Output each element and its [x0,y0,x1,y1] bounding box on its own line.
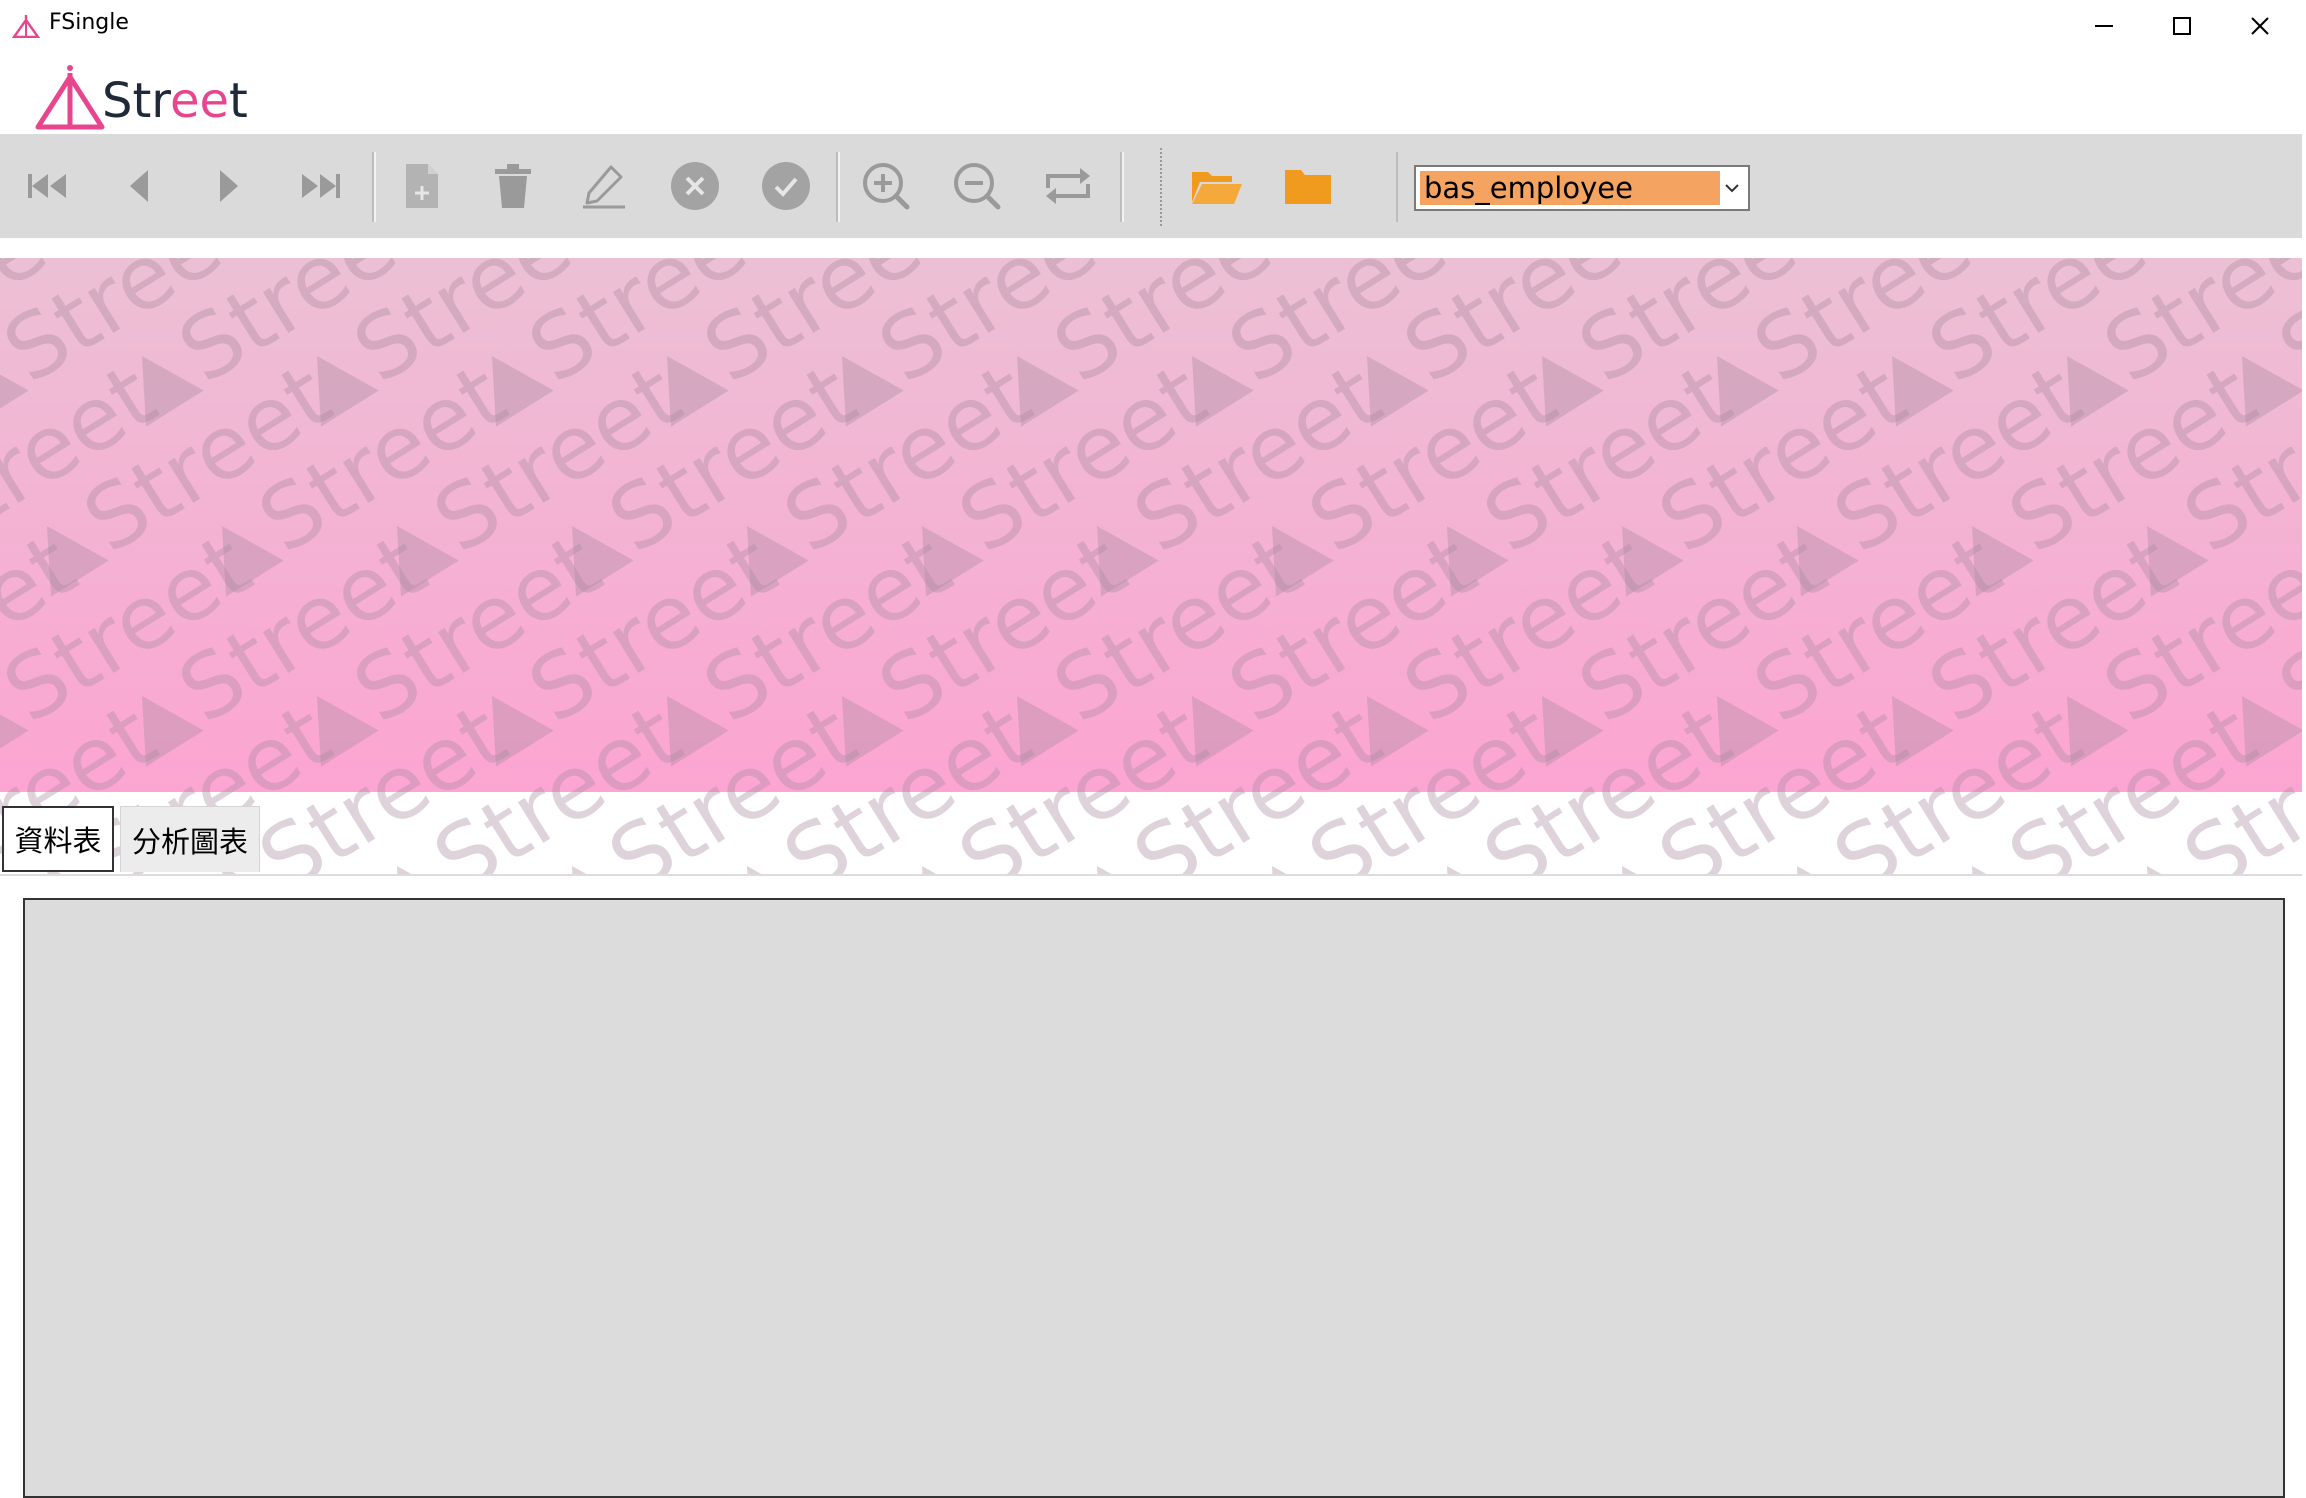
refresh-button[interactable] [1036,154,1100,218]
tab-data-table[interactable]: 資料表 [2,806,114,872]
new-record-icon [406,164,438,208]
edit-record-button[interactable] [572,154,636,218]
open-folder-button[interactable] [1185,154,1249,218]
zoom-out-button[interactable] [945,154,1009,218]
delete-record-icon [495,164,531,208]
confirm-button[interactable] [754,154,818,218]
title-bar: FSingle [0,0,2306,52]
app-logo-icon [12,15,40,38]
last-record-icon [302,174,340,198]
maximize-icon [2173,17,2191,35]
folder-button[interactable] [1276,154,1340,218]
toolbar-separator [1120,152,1124,222]
minimize-button[interactable] [2065,0,2143,52]
cancel-icon [671,162,719,210]
toolbar-separator [372,152,376,222]
close-icon [2251,17,2269,35]
zoom-in-button[interactable] [854,154,918,218]
tab-analysis-chart[interactable]: 分析圖表 [120,806,260,872]
zoom-out-icon [954,163,1001,210]
confirm-icon [762,162,810,210]
window-right-edge [2302,0,2306,1486]
tab-strip: 資料表 分析圖表 [0,792,2306,876]
next-record-button[interactable] [196,154,260,218]
window-title: FSingle [49,10,129,35]
logo-mark-icon [35,65,105,130]
table-select-dropdown[interactable]: bas_employee [1414,165,1750,211]
minimize-icon [2095,25,2113,27]
pink-banner [0,258,2306,792]
first-record-button[interactable] [16,154,80,218]
toolbar-separator [836,152,840,222]
banner-top-gap [0,238,2306,258]
previous-record-icon [130,170,148,202]
street-logo: Street [34,63,248,133]
maximize-button[interactable] [2143,0,2221,52]
toolbar-separator [1396,152,1398,222]
toolbar [0,134,2306,238]
logo-text: Street [102,73,248,129]
folder-icon [1285,170,1331,204]
delete-record-button[interactable] [481,154,545,218]
previous-record-button[interactable] [108,154,172,218]
zoom-in-icon [863,163,910,210]
open-folder-icon [1192,172,1242,204]
new-record-button[interactable] [390,154,454,218]
next-record-icon [220,170,238,202]
refresh-icon [1046,168,1090,204]
cancel-button[interactable] [663,154,727,218]
toolbar-grip[interactable] [1160,148,1166,226]
chevron-down-icon[interactable] [1720,175,1744,201]
first-record-icon [28,174,66,198]
close-button[interactable] [2221,0,2299,52]
last-record-button[interactable] [288,154,352,218]
table-select-value: bas_employee [1420,171,1720,205]
edit-record-icon [583,165,625,209]
tab-divider [0,874,2306,876]
data-grid-panel[interactable] [23,898,2285,1498]
